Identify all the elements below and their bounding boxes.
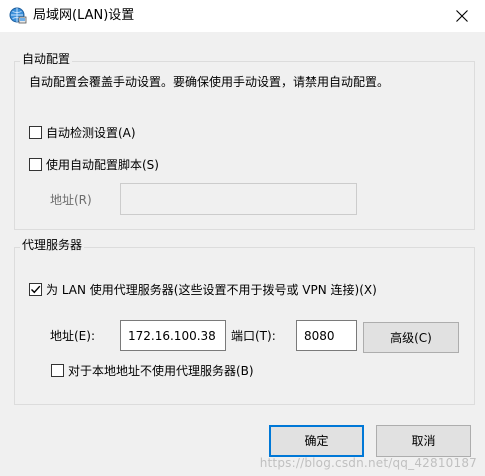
cancel-button[interactable]: 取消 — [376, 425, 471, 457]
title-bar[interactable]: 局域网(LAN)设置 — [0, 0, 485, 32]
script-address-label: 地址(R) — [50, 193, 92, 207]
use-proxy-label[interactable]: 为 LAN 使用代理服务器(这些设置不用于拨号或 VPN 连接)(X) — [46, 283, 377, 297]
proxy-address-label: 地址(E): — [50, 329, 95, 343]
ok-button[interactable]: 确定 — [269, 425, 364, 457]
proxy-port-input[interactable]: 8080 — [296, 320, 357, 351]
bypass-local-label[interactable]: 对于本地地址不使用代理服务器(B) — [68, 364, 254, 378]
script-address-input[interactable] — [120, 183, 357, 215]
lan-settings-dialog: 局域网(LAN)设置 自动配置 自动配置会覆盖手动设置。要确保使用手动设置，请禁… — [0, 0, 485, 476]
network-settings-icon — [9, 7, 27, 25]
auto-detect-label[interactable]: 自动检测设置(A) — [46, 126, 136, 140]
auto-script-checkbox[interactable] — [29, 158, 42, 171]
window-title: 局域网(LAN)设置 — [33, 8, 135, 23]
proxy-group-label: 代理服务器 — [20, 238, 85, 252]
close-button[interactable] — [439, 0, 485, 32]
use-proxy-checkbox[interactable] — [29, 283, 42, 296]
auto-script-label[interactable]: 使用自动配置脚本(S) — [46, 158, 159, 172]
proxy-address-input[interactable]: 172.16.100.38 — [120, 320, 226, 351]
watermark-text: https://blog.csdn.net/qq_42810187 — [259, 456, 477, 470]
auto-detect-checkbox[interactable] — [29, 126, 42, 139]
close-icon — [456, 10, 468, 22]
bypass-local-checkbox[interactable] — [51, 364, 64, 377]
auto-config-group-label: 自动配置 — [20, 52, 73, 66]
proxy-port-label: 端口(T): — [231, 329, 276, 343]
advanced-button[interactable]: 高级(C) — [363, 322, 459, 353]
auto-config-description: 自动配置会覆盖手动设置。要确保使用手动设置，请禁用自动配置。 — [29, 75, 390, 89]
checkmark-icon — [31, 285, 41, 294]
